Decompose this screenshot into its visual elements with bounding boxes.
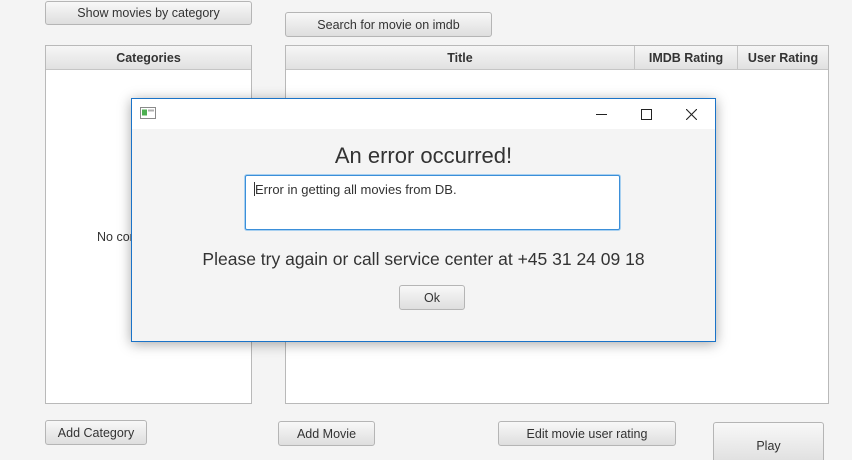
close-button[interactable] [669, 99, 714, 129]
imdb-rating-column-header[interactable]: IMDB Rating [634, 46, 737, 70]
maximize-button[interactable] [624, 99, 669, 129]
minimize-icon [596, 113, 607, 115]
error-text: Error in getting all movies from DB. [255, 182, 457, 197]
show-by-category-button[interactable]: Show movies by category [45, 1, 252, 25]
error-text-area[interactable]: Error in getting all movies from DB. [245, 175, 620, 230]
edit-user-rating-button[interactable]: Edit movie user rating [498, 421, 676, 446]
error-dialog: An error occurred! Error in getting all … [131, 98, 716, 342]
close-icon [686, 108, 697, 120]
minimize-button[interactable] [579, 99, 624, 129]
dialog-titlebar[interactable] [132, 99, 715, 129]
add-category-button[interactable]: Add Category [45, 420, 147, 445]
play-button-label: Play [756, 439, 781, 453]
search-imdb-button[interactable]: Search for movie on imdb [285, 12, 492, 37]
categories-column-header[interactable]: Categories [46, 46, 251, 70]
app-icon [140, 107, 156, 119]
dialog-message: Please try again or call service center … [202, 249, 645, 269]
user-rating-column-header[interactable]: User Rating [737, 46, 828, 70]
play-button[interactable]: Play [713, 422, 824, 460]
title-column-header[interactable]: Title [286, 46, 634, 70]
maximize-icon [641, 108, 652, 120]
dialog-heading: An error occurred! [334, 143, 513, 168]
ok-button[interactable]: Ok [399, 285, 465, 310]
main-window: Show movies by category Search for movie… [0, 0, 852, 460]
add-movie-button[interactable]: Add Movie [278, 421, 375, 446]
